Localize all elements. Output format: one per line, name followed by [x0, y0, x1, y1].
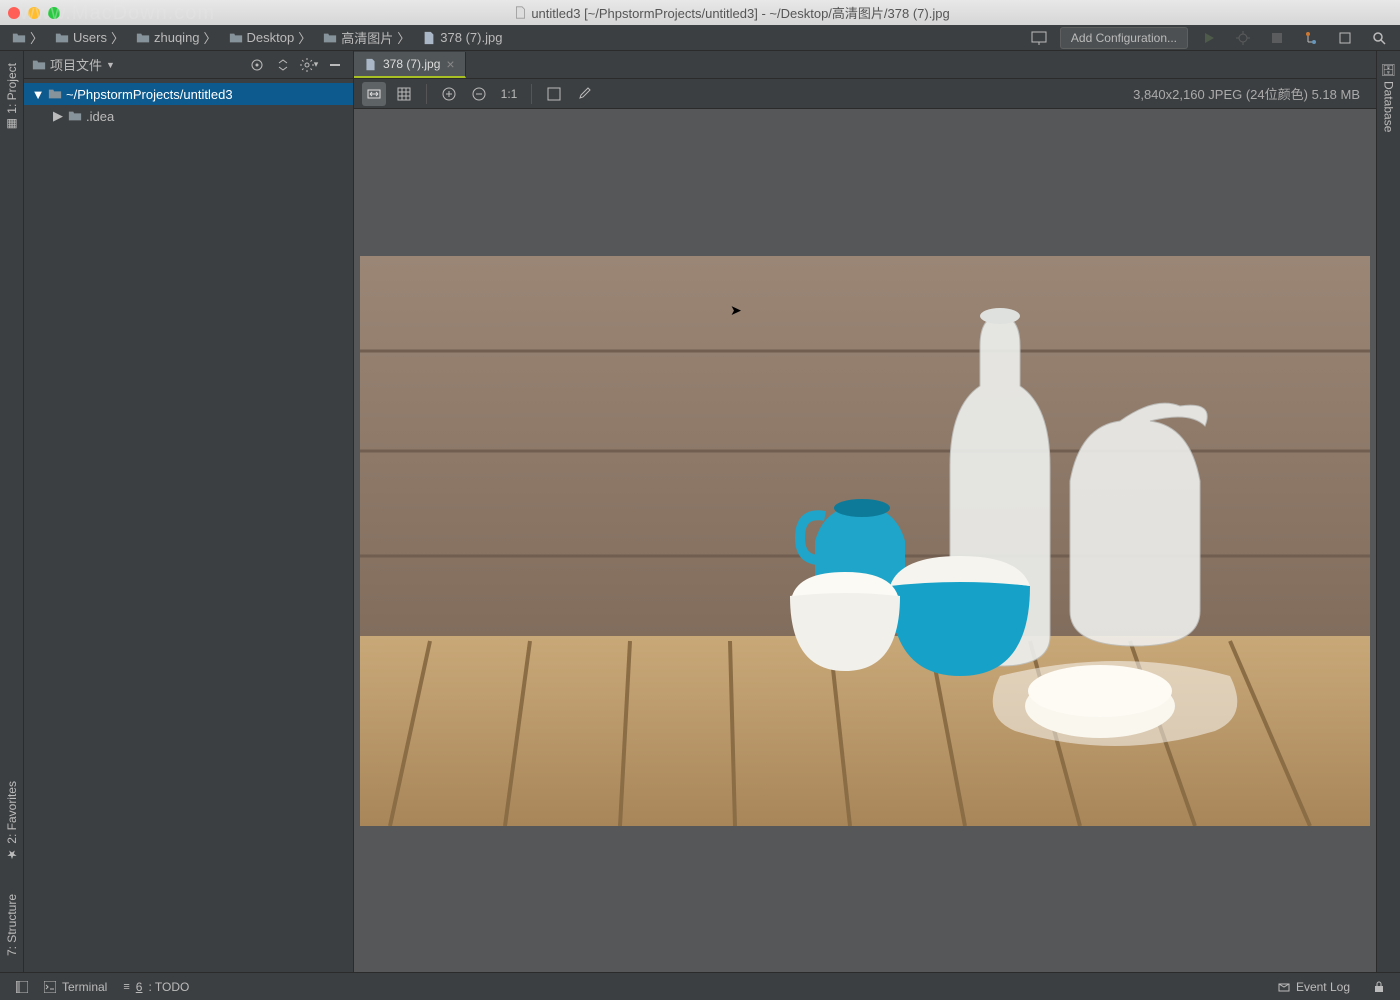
folder-icon	[323, 31, 337, 45]
tree-root[interactable]: ▼ ~/PhpstormProjects/untitled3	[24, 83, 353, 105]
actual-size-button[interactable]: 1:1	[497, 82, 521, 106]
folder-icon	[48, 87, 62, 101]
event-log-button[interactable]: Event Log	[1270, 978, 1358, 996]
folder-icon	[32, 58, 46, 72]
folder-icon	[136, 31, 150, 45]
folder-icon	[12, 31, 26, 45]
run-icon[interactable]	[1196, 27, 1222, 49]
window-title: untitled3 [~/PhpstormProjects/untitled3]…	[72, 3, 1392, 22]
right-tool-gutter: 🗄Database	[1376, 51, 1400, 972]
toggle-presentation-icon[interactable]	[1026, 27, 1052, 49]
project-sidebar: 项目文件 ▼ ▾ ▼ ~/PhpstormProjects/untitled3 …	[24, 51, 354, 972]
breadcrumb-label: zhuqing	[154, 30, 200, 45]
breadcrumb-item[interactable]: 高清图片〉	[319, 26, 414, 49]
folder-icon	[229, 31, 243, 45]
stop-icon[interactable]	[1264, 27, 1290, 49]
editor-area: 378 (7).jpg × 1:1 3,840x2,160 JPEG (24位颜…	[354, 51, 1376, 972]
breadcrumb-sep: 〉	[30, 28, 43, 47]
editor-tab[interactable]: 378 (7).jpg ×	[354, 52, 466, 78]
expand-arrow-icon[interactable]: ▶	[52, 108, 64, 124]
color-picker-icon[interactable]	[572, 82, 596, 106]
sync-icon[interactable]	[1332, 27, 1358, 49]
breadcrumb-item[interactable]: Users〉	[51, 26, 128, 49]
grid-icon[interactable]	[392, 82, 416, 106]
navigation-bar: 〉 Users〉 zhuqing〉 Desktop〉 高清图片〉 378 (7)…	[0, 25, 1400, 51]
breadcrumb-label: 378 (7).jpg	[440, 30, 502, 45]
image-viewport[interactable]: ➤	[354, 109, 1376, 972]
image-info: 3,840x2,160 JPEG (24位颜色) 5.18 MB	[1133, 84, 1368, 103]
tool-window-button[interactable]	[8, 979, 36, 995]
close-button[interactable]	[8, 7, 20, 19]
project-tree[interactable]: ▼ ~/PhpstormProjects/untitled3 ▶ .idea	[24, 79, 353, 972]
expand-arrow-icon[interactable]: ▼	[32, 87, 44, 102]
hide-icon[interactable]	[325, 55, 345, 75]
folder-icon	[55, 31, 69, 45]
file-icon	[514, 6, 527, 19]
zoom-in-icon[interactable]	[437, 82, 461, 106]
project-panel-tab[interactable]: ▦1: Project	[3, 59, 21, 136]
image-content: ➤	[360, 256, 1370, 826]
todo-button[interactable]: ≡66: TODO: TODO	[115, 978, 197, 996]
git-icon[interactable]	[1298, 27, 1324, 49]
sidebar-title: 项目文件	[50, 55, 102, 74]
close-tab-icon[interactable]: ×	[446, 56, 454, 72]
tree-item-label: .idea	[86, 109, 114, 124]
status-bar: Terminal ≡66: TODO: TODO Event Log	[0, 972, 1400, 1000]
photo-placeholder	[360, 256, 1370, 826]
window-title-text: untitled3 [~/PhpstormProjects/untitled3]…	[531, 3, 949, 22]
mouse-cursor: ➤	[730, 302, 742, 319]
breadcrumb-item[interactable]: zhuqing〉	[132, 26, 221, 49]
structure-panel-tab[interactable]: 7: Structure	[3, 890, 21, 960]
file-icon	[422, 31, 436, 45]
left-tool-gutter: ▦1: Project ★2: Favorites 7: Structure	[0, 51, 24, 972]
navbar-tools: Add Configuration...	[1026, 27, 1392, 49]
breadcrumb-file[interactable]: 378 (7).jpg	[418, 28, 506, 47]
terminal-button[interactable]: Terminal	[36, 978, 115, 996]
search-icon[interactable]	[1366, 27, 1392, 49]
image-toolbar: 1:1 3,840x2,160 JPEG (24位颜色) 5.18 MB	[354, 79, 1376, 109]
expand-all-icon[interactable]	[273, 55, 293, 75]
tab-label: 378 (7).jpg	[383, 57, 440, 71]
lock-icon[interactable]	[1366, 979, 1392, 995]
sidebar-header: 项目文件 ▼ ▾	[24, 51, 353, 79]
folder-icon	[68, 109, 82, 123]
locate-icon[interactable]	[247, 55, 267, 75]
breadcrumb-item[interactable]: Desktop〉	[225, 26, 316, 49]
file-icon	[364, 58, 377, 71]
breadcrumb-label: 高清图片	[341, 28, 393, 47]
breadcrumb-root[interactable]: 〉	[8, 26, 47, 49]
watermark: www.MacDown.com	[20, 2, 215, 25]
debug-icon[interactable]	[1230, 27, 1256, 49]
tree-root-label: ~/PhpstormProjects/untitled3	[66, 87, 233, 102]
breadcrumb-label: Users	[73, 30, 107, 45]
favorites-panel-tab[interactable]: ★2: Favorites	[3, 777, 21, 866]
editor-tabs: 378 (7).jpg ×	[354, 51, 1376, 79]
tree-item[interactable]: ▶ .idea	[24, 105, 353, 127]
fit-width-icon[interactable]	[362, 82, 386, 106]
database-panel-tab[interactable]: 🗄Database	[1379, 59, 1398, 136]
zoom-out-icon[interactable]	[467, 82, 491, 106]
dropdown-icon[interactable]: ▼	[106, 60, 115, 70]
background-toggle-icon[interactable]	[542, 82, 566, 106]
add-configuration-button[interactable]: Add Configuration...	[1060, 27, 1188, 49]
settings-gear-icon[interactable]: ▾	[299, 55, 319, 75]
breadcrumb-label: Desktop	[247, 30, 295, 45]
